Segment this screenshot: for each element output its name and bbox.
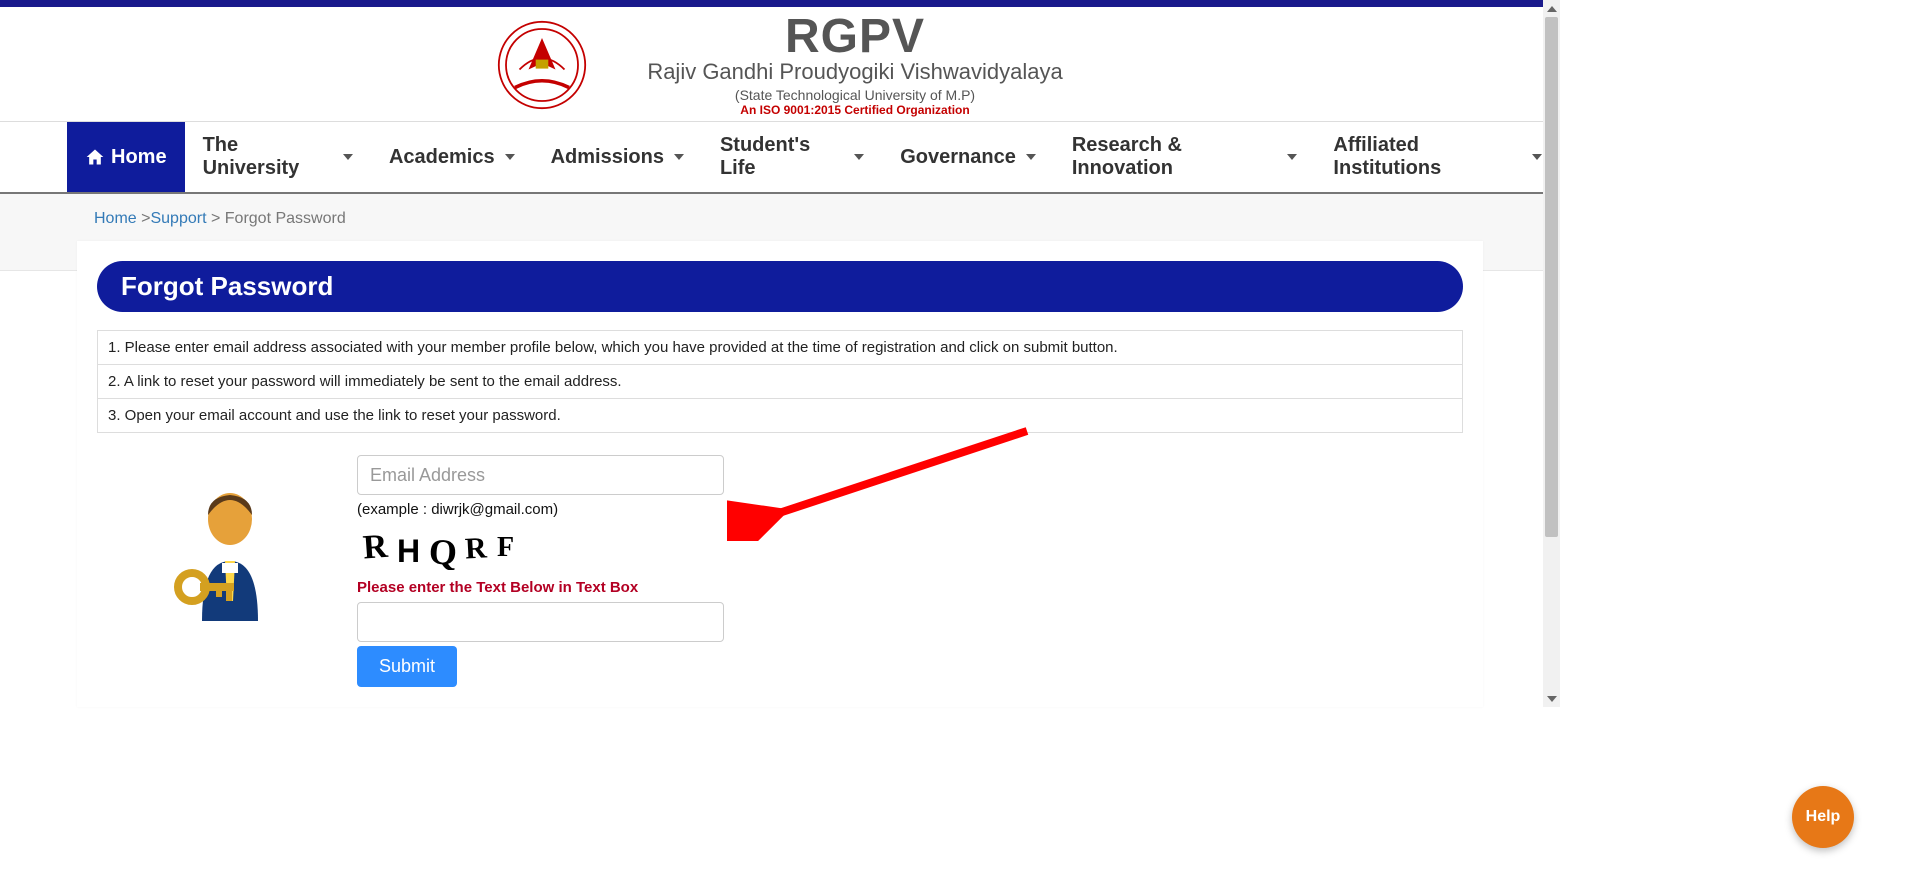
scroll-up-button[interactable] — [1543, 0, 1560, 17]
chevron-down-icon — [1287, 154, 1297, 160]
chevron-down-icon — [505, 154, 515, 160]
submit-button[interactable]: Submit — [357, 646, 457, 687]
svg-text:R: R — [362, 528, 390, 567]
svg-text:F: F — [497, 532, 514, 563]
scroll-thumb[interactable] — [1545, 17, 1558, 537]
nav-label: Student's Life — [720, 134, 844, 180]
main-panel: Forgot Password 1. Please enter email ad… — [77, 241, 1483, 707]
chevron-down-icon — [854, 154, 864, 160]
nav-research[interactable]: Research & Innovation — [1054, 122, 1316, 192]
svg-text:H: H — [397, 533, 420, 569]
brand-subtitle: (State Technological University of M.P) — [647, 87, 1062, 103]
help-label: Help — [1806, 808, 1841, 826]
nav-label: Governance — [900, 146, 1016, 169]
logo-emblem-icon — [497, 20, 587, 110]
nav-home-label: Home — [111, 146, 167, 169]
university-logo — [497, 20, 587, 110]
nav-label: Academics — [389, 146, 495, 169]
nav-university[interactable]: The University — [185, 122, 371, 192]
chevron-down-icon — [1026, 154, 1036, 160]
captcha-instruction: Please enter the Text Below in Text Box — [357, 579, 1463, 596]
email-example: (example : diwrjk@gmail.com) — [357, 501, 1463, 518]
nav-label: Affiliated Institutions — [1333, 134, 1522, 180]
chevron-down-icon — [1532, 154, 1542, 160]
nav-label: Research & Innovation — [1072, 134, 1278, 180]
captcha-image: R H Q R F — [357, 524, 1463, 575]
breadcrumb-home[interactable]: Home — [94, 210, 137, 227]
site-header: RGPV Rajiv Gandhi Proudyogiki Vishwavidy… — [0, 7, 1560, 121]
scroll-down-button[interactable] — [1543, 690, 1560, 707]
nav-label: The University — [203, 134, 333, 180]
instruction-row: 1. Please enter email address associated… — [98, 331, 1463, 365]
user-key-illustration — [97, 455, 357, 631]
help-button[interactable]: Help — [1792, 786, 1854, 848]
svg-text:R: R — [464, 531, 488, 565]
page-title: Forgot Password — [97, 261, 1463, 312]
svg-text:Q: Q — [428, 531, 458, 570]
nav-admissions[interactable]: Admissions — [533, 122, 702, 192]
instructions-table: 1. Please enter email address associated… — [97, 330, 1463, 433]
email-input[interactable] — [357, 455, 724, 495]
top-accent-bar — [0, 0, 1560, 7]
captcha-input[interactable] — [357, 602, 724, 642]
chevron-down-icon — [674, 154, 684, 160]
nav-label: Admissions — [551, 146, 664, 169]
brand-full-name: Rajiv Gandhi Proudyogiki Vishwavidyalaya — [647, 59, 1062, 85]
instruction-row: 2. A link to reset your password will im… — [98, 365, 1463, 399]
vertical-scrollbar[interactable] — [1543, 0, 1560, 707]
nav-students-life[interactable]: Student's Life — [702, 122, 882, 192]
brand-acronym: RGPV — [647, 13, 1062, 61]
nav-academics[interactable]: Academics — [371, 122, 533, 192]
home-icon — [85, 147, 105, 167]
nav-governance[interactable]: Governance — [882, 122, 1054, 192]
chevron-down-icon — [343, 154, 353, 160]
breadcrumb-support[interactable]: Support — [150, 210, 206, 227]
breadcrumb-sep: > — [211, 210, 225, 227]
brand-certification: An ISO 9001:2015 Certified Organization — [647, 103, 1062, 117]
instruction-row: 3. Open your email account and use the l… — [98, 399, 1463, 433]
nav-affiliated[interactable]: Affiliated Institutions — [1315, 122, 1560, 192]
main-nav: Home The University Academics Admissions… — [0, 121, 1560, 194]
nav-home[interactable]: Home — [67, 122, 185, 192]
breadcrumb-current: Forgot Password — [225, 210, 346, 227]
